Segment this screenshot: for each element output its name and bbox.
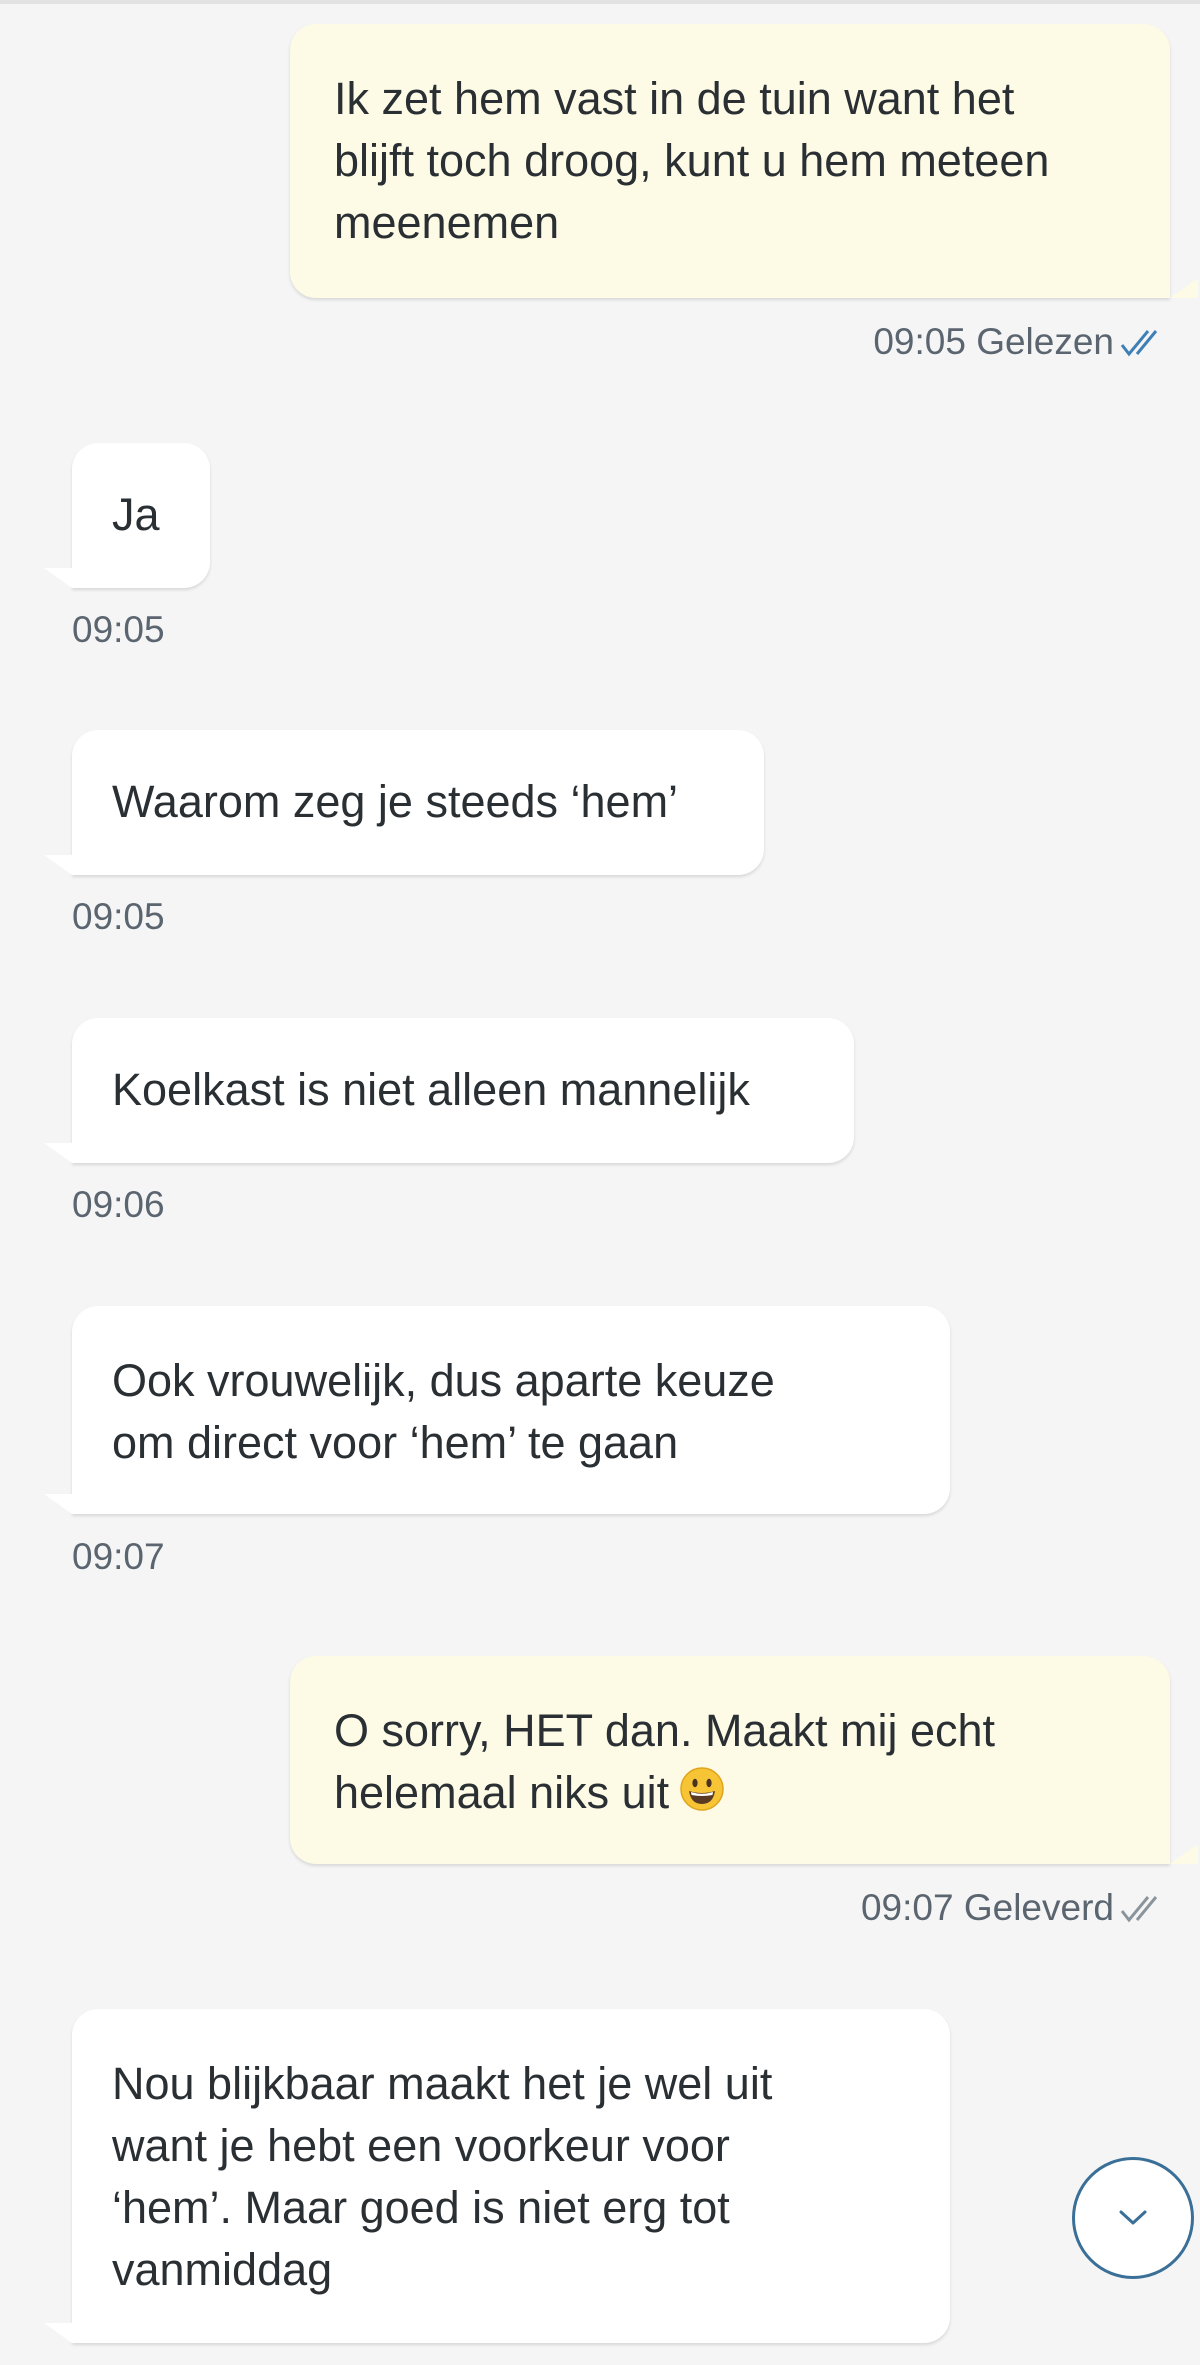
message-time: 09:07 xyxy=(72,1536,165,1577)
message-meta: 09:05 Gelezen xyxy=(873,320,1164,368)
message-text-line: Ook vrouwelijk, dus aparte keuze xyxy=(112,1355,775,1406)
message-status: Geleverd xyxy=(963,1887,1114,1928)
message-bubble-incoming[interactable]: Ook vrouwelijk, dus aparte keuze om dire… xyxy=(44,1306,950,1514)
message-text-line: blijft toch droog, kunt u hem meteen xyxy=(334,135,1050,186)
message-text-line: Ja xyxy=(112,489,160,540)
message-text-line: helemaal niks uit xyxy=(334,1762,1130,1828)
message-text-line: Koelkast is niet alleen mannelijk xyxy=(112,1064,750,1115)
message-text-line: vanmiddag xyxy=(112,2244,333,2295)
chevron-down-icon xyxy=(1119,2210,1147,2225)
message-time: 09:05 xyxy=(72,609,165,650)
bubble-tail xyxy=(1170,1844,1198,1864)
bubble-tail xyxy=(1170,278,1198,298)
top-edge-divider xyxy=(0,0,1200,4)
bubble-tail xyxy=(44,1143,72,1163)
message-text-line: ‘hem’. Maar goed is niet erg tot xyxy=(112,2182,730,2233)
message-bubble-incoming[interactable]: Ja xyxy=(44,443,210,588)
message-time: 09:06 xyxy=(72,1184,165,1225)
bubble-tail xyxy=(44,1494,72,1514)
message-text-line: meenemen xyxy=(334,197,560,248)
message-time: 09:05 xyxy=(873,321,966,362)
message-meta: 09:07 Geleverd xyxy=(861,1886,1164,1934)
message-bubble-outgoing[interactable]: Ik zet hem vast in de tuin want het blij… xyxy=(290,24,1198,298)
message-text-line: Waarom zeg je steeds ‘hem’ xyxy=(112,776,679,827)
message-bubble-outgoing[interactable]: O sorry, HET dan. Maakt mij echt helemaa… xyxy=(290,1656,1198,1864)
message-bubble-incoming[interactable]: Waarom zeg je steeds ‘hem’ xyxy=(44,730,764,875)
message-time: 09:05 xyxy=(72,896,165,937)
bubble-tail xyxy=(44,2323,72,2343)
message-text-line: Ik zet hem vast in de tuin want het xyxy=(334,73,1015,124)
double-check-icon xyxy=(1120,1890,1164,1934)
message-status: Gelezen xyxy=(976,321,1114,362)
message-text-line: om direct voor ‘hem’ te gaan xyxy=(112,1417,679,1468)
message-text-line: want je hebt een voorkeur voor xyxy=(112,2120,730,2171)
message-text-line: Nou blijkbaar maakt het je wel uit xyxy=(112,2058,773,2109)
message-text-segment: helemaal niks uit xyxy=(334,1767,670,1818)
message-bubble-incoming[interactable]: Nou blijkbaar maakt het je wel uit want … xyxy=(44,2009,950,2343)
message-text-line: O sorry, HET dan. Maakt mij echt xyxy=(334,1705,996,1756)
double-check-icon xyxy=(1120,324,1164,368)
grinning-face-emoji xyxy=(679,1766,725,1828)
bubble-tail xyxy=(44,855,72,875)
message-time: 09:07 xyxy=(860,1887,954,1928)
message-bubble-incoming[interactable]: Koelkast is niet alleen mannelijk xyxy=(44,1018,854,1163)
scroll-to-bottom-button[interactable] xyxy=(1072,2157,1194,2279)
bubble-tail xyxy=(44,568,72,588)
